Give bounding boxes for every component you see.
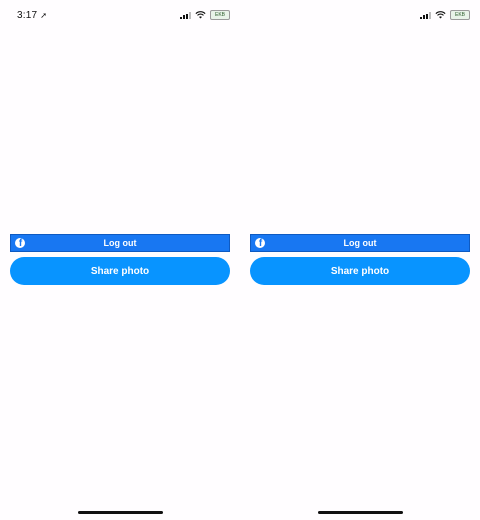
logout-label: Log out (103, 238, 137, 248)
share-photo-button[interactable]: Share photo (10, 257, 230, 285)
status-time: 3:17 ➚ (17, 10, 47, 21)
facebook-logo-icon: f (15, 238, 25, 248)
status-indicators: EKB (420, 10, 470, 20)
status-indicators: EKB (180, 10, 230, 20)
wifi-icon (195, 11, 206, 19)
facebook-logout-button[interactable]: f Log out (10, 234, 230, 252)
home-indicator[interactable] (78, 511, 163, 514)
wifi-icon (435, 11, 446, 19)
phone-screen-left: 3:17 ➚ EKB f Log out Share photo (0, 0, 240, 520)
logout-label: Log out (343, 238, 377, 248)
signal-icon (180, 11, 191, 19)
share-photo-button[interactable]: Share photo (250, 257, 470, 285)
phone-screen-right: EKB f Log out Share photo (240, 0, 480, 520)
time-label: 3:17 (17, 10, 38, 21)
home-indicator[interactable] (318, 511, 403, 514)
battery-icon: EKB (450, 10, 470, 20)
battery-icon: EKB (210, 10, 230, 20)
signal-icon (420, 11, 431, 19)
facebook-logout-button[interactable]: f Log out (250, 234, 470, 252)
location-arrow-icon: ➚ (40, 11, 48, 20)
status-bar: 3:17 ➚ EKB (0, 0, 240, 30)
status-bar: EKB (240, 0, 480, 30)
facebook-logo-icon: f (255, 238, 265, 248)
